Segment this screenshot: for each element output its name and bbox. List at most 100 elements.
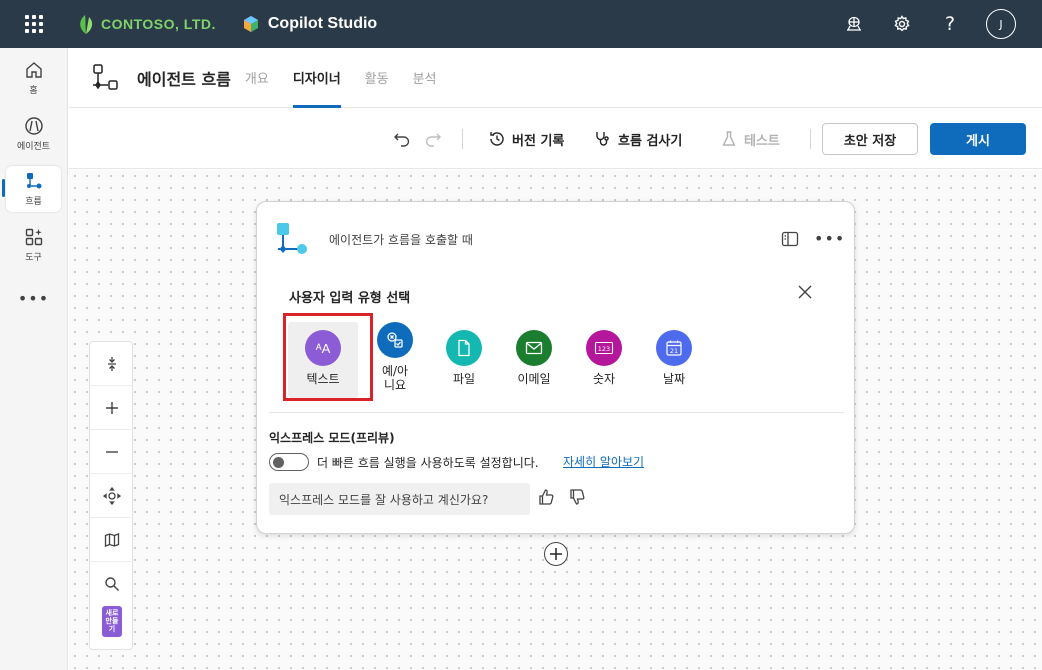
input-type-title: 사용자 입력 유형 선택 xyxy=(289,291,411,306)
express-mode-description: 더 빠른 흐름 실행을 사용하도록 설정합니다. xyxy=(317,456,539,470)
input-type-number[interactable]: 123 숫자 xyxy=(571,322,637,398)
undo-icon xyxy=(394,133,410,147)
input-type-date[interactable]: 21 날짜 xyxy=(641,322,707,398)
undo-button[interactable] xyxy=(393,125,417,153)
history-icon xyxy=(490,132,504,146)
minimap-button[interactable] xyxy=(90,518,134,562)
fit-vertical-icon xyxy=(108,356,116,371)
canvas-controls: 새로 만들 기 xyxy=(89,341,134,650)
express-mode-title: 익스프레스 모드(프리뷰) xyxy=(269,431,395,445)
fit-view-icon xyxy=(103,486,121,505)
input-type-label: 숫자 xyxy=(592,372,616,386)
panel-icon[interactable] xyxy=(781,231,799,247)
plus-icon xyxy=(550,548,562,560)
zoom-out-button[interactable] xyxy=(90,430,134,474)
fit-view-button[interactable] xyxy=(90,474,134,518)
copilot-studio-logo-icon xyxy=(243,16,258,32)
yes-no-icon xyxy=(377,322,413,358)
avatar: J xyxy=(986,9,1016,39)
help-icon[interactable]: ? xyxy=(926,0,974,48)
selection-highlight xyxy=(283,313,373,401)
flow-checker-label: 흐름 검사기 xyxy=(618,133,683,149)
toolbar-separator xyxy=(810,129,811,149)
number-icon: 123 xyxy=(586,330,622,366)
toolbar-separator xyxy=(462,129,463,149)
flask-icon xyxy=(722,131,736,146)
search-icon xyxy=(105,577,119,591)
flow-icon xyxy=(26,173,41,189)
tab-analytics[interactable]: 분석 xyxy=(413,48,437,108)
page-header: 에이전트 흐름 개요 디자이너 활동 분석 xyxy=(69,48,1042,108)
thumbs-down-icon[interactable] xyxy=(568,488,586,506)
flow-checker-button[interactable]: 흐름 검사기 xyxy=(594,125,682,153)
card-header: 에이전트가 흐름을 호출할 때 ••• xyxy=(257,202,856,274)
product-name: Copilot Studio xyxy=(267,15,378,32)
top-bar: CONTOSO, LTD. Copilot Studio ? J xyxy=(0,0,1042,48)
svg-text:123: 123 xyxy=(598,345,610,353)
search-button[interactable] xyxy=(90,562,134,606)
home-icon xyxy=(25,62,42,78)
email-icon xyxy=(516,330,552,366)
more-icon[interactable]: ••• xyxy=(814,229,845,248)
rail-item-home[interactable]: 홈 xyxy=(6,55,61,101)
agent-flow-icon xyxy=(93,63,118,90)
page-title: 에이전트 흐름 xyxy=(137,69,231,89)
feedback-question-text: 익스프레스 모드를 잘 사용하고 계신가요? xyxy=(279,492,489,507)
environment-icon[interactable] xyxy=(830,0,878,48)
version-history-button[interactable]: 버전 기록 xyxy=(488,125,564,153)
input-type-file[interactable]: 파일 xyxy=(431,322,497,398)
test-label: 테스트 xyxy=(744,133,780,149)
agent-icon xyxy=(24,117,43,135)
trigger-flow-icon xyxy=(277,223,307,254)
thumbs-up-icon[interactable] xyxy=(537,488,555,506)
tab-overview[interactable]: 개요 xyxy=(245,48,269,108)
company-brand[interactable]: CONTOSO, LTD. xyxy=(76,13,216,35)
zoom-out-icon xyxy=(106,450,118,453)
input-type-label: 이메일 xyxy=(517,372,551,386)
rail-item-flows[interactable]: 흐름 xyxy=(6,166,61,212)
rail-item-label: 흐름 xyxy=(25,197,42,207)
active-indicator xyxy=(2,179,5,197)
tab-activity[interactable]: 활동 xyxy=(365,48,389,108)
map-icon xyxy=(104,532,120,547)
express-mode-toggle[interactable] xyxy=(269,453,309,471)
stethoscope-icon xyxy=(596,132,609,146)
rail-item-tools[interactable]: 도구 xyxy=(6,222,61,268)
waffle-icon[interactable] xyxy=(23,13,45,35)
version-history-label: 버전 기록 xyxy=(512,133,565,149)
new-badge[interactable]: 새로 만들 기 xyxy=(102,606,122,637)
designer-toolbar: 버전 기록 흐름 검사기 테스트 초안 저장 게시 xyxy=(69,109,1042,169)
rail-item-agents[interactable]: 에이전트 xyxy=(6,111,61,157)
rail-item-label: 도구 xyxy=(25,253,42,263)
input-type-email[interactable]: 이메일 xyxy=(501,322,567,398)
zoom-in-icon xyxy=(106,401,118,414)
company-name: CONTOSO, LTD. xyxy=(101,16,216,32)
redo-button[interactable] xyxy=(424,125,448,153)
svg-text:21: 21 xyxy=(670,347,678,355)
publish-button[interactable]: 게시 xyxy=(930,123,1026,155)
fit-vertical-button[interactable] xyxy=(90,342,134,386)
account-button[interactable]: J xyxy=(974,0,1022,48)
add-node-button[interactable] xyxy=(544,542,568,566)
zoom-in-button[interactable] xyxy=(90,386,134,430)
left-rail: 홈 에이전트 흐름 도구 ••• xyxy=(0,48,68,670)
calendar-icon: 21 xyxy=(656,330,692,366)
leaf-logo-icon xyxy=(80,15,93,34)
feedback-question: 익스프레스 모드를 잘 사용하고 계신가요? xyxy=(269,483,530,515)
save-draft-button[interactable]: 초안 저장 xyxy=(822,123,918,155)
tools-icon xyxy=(25,228,42,246)
trigger-title: 에이전트가 흐름을 호출할 때 xyxy=(329,233,473,247)
section-divider xyxy=(269,412,844,413)
tab-designer[interactable]: 디자이너 xyxy=(292,48,341,108)
tab-list: 개요 디자이너 활동 분석 xyxy=(245,48,461,108)
more-options-icon[interactable]: ••• xyxy=(6,285,61,311)
close-icon[interactable] xyxy=(797,284,813,300)
file-icon xyxy=(446,330,482,366)
input-type-label: 파일 xyxy=(452,372,476,386)
learn-more-link[interactable]: 자세히 알아보기 xyxy=(563,453,644,470)
settings-icon[interactable] xyxy=(878,0,926,48)
input-type-label: 날짜 xyxy=(662,372,686,386)
test-button[interactable]: 테스트 xyxy=(720,125,780,153)
product-brand[interactable]: Copilot Studio xyxy=(242,15,377,33)
rail-item-label: 에이전트 xyxy=(16,142,51,152)
